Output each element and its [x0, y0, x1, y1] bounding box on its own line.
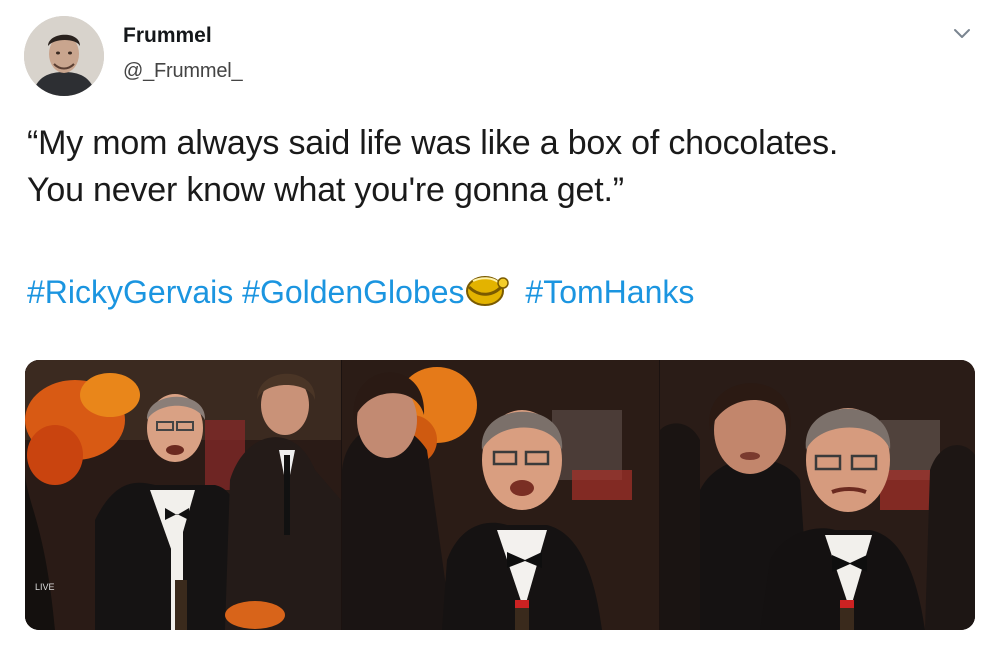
live-badge: LIVE [35, 582, 55, 592]
media-gallery[interactable]: LIVE [25, 360, 975, 630]
chevron-down-icon[interactable] [951, 26, 973, 42]
hashtag-goldenglobes[interactable]: #GoldenGlobes [242, 274, 464, 310]
display-name[interactable]: Frummel [123, 24, 212, 48]
media-frame-1[interactable]: LIVE [25, 360, 341, 630]
hashtag-tomhanks[interactable]: #TomHanks [525, 274, 694, 310]
tweet-text: “My mom always said life was like a box … [27, 120, 967, 214]
tweet-card: Frummel @_Frummel_ “My mom always said l… [0, 0, 1000, 651]
user-handle[interactable]: @_Frummel_ [123, 60, 243, 83]
hashtag-row: #RickyGervais #GoldenGlobes #TomHanks [27, 270, 694, 314]
avatar-photo [24, 16, 104, 96]
tweet-text-line: You never know what you're gonna get.” [27, 171, 624, 209]
media-frame-3[interactable] [660, 360, 975, 630]
media-frame-2[interactable] [342, 360, 659, 630]
hashtag-rickygervais[interactable]: #RickyGervais [27, 274, 233, 310]
golden-globe-bell-icon [463, 273, 511, 311]
tweet-text-line: “My mom always said life was like a box … [27, 124, 839, 162]
avatar[interactable] [24, 16, 104, 96]
